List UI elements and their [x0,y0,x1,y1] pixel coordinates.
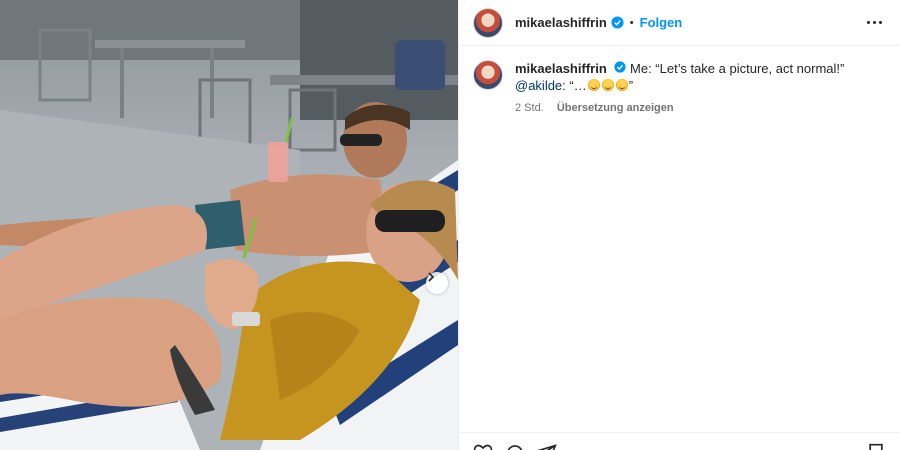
caption-username[interactable]: mikaelashiffrin [515,61,607,76]
emoji-woozy-icon [615,79,628,91]
author-avatar[interactable] [473,7,503,38]
photo-illustration [0,0,458,450]
chevron-right-icon [428,272,435,282]
more-options-icon[interactable] [863,17,886,28]
caption-avatar[interactable] [473,60,503,90]
author-username[interactable]: mikaelashiffrin [515,15,607,30]
verified-badge-icon [614,61,626,73]
separator-dot: • [629,16,634,29]
emoji-smirk-icon [587,79,600,91]
caption-body: mikaelashiffrin Me: “Let’s take a pictur… [515,60,844,117]
post-header: mikaelashiffrin • Folgen [459,0,900,46]
post-photo[interactable] [0,0,458,450]
caption-text-1: Me: “Let’s take a picture, act normal!” [630,61,845,76]
caption-line-1: mikaelashiffrin Me: “Let’s take a pictur… [515,60,844,77]
translate-button[interactable]: Übersetzung anzeigen [557,102,674,114]
action-bar [459,432,900,450]
emoji-laugh-icon [601,79,614,91]
carousel-next-button[interactable] [426,272,448,294]
share-icon[interactable] [537,443,557,450]
post-timestamp[interactable]: 2 Std. [515,102,544,114]
verified-badge-icon [611,16,624,29]
caption-line-2: @akilde: “… ” [515,77,844,94]
comment-icon[interactable] [505,443,525,450]
heart-icon[interactable] [473,443,493,450]
caption-text-2-suffix: ” [628,78,634,93]
post-meta: 2 Std. Übersetzung anzeigen [515,100,844,117]
caption-text-2-prefix: : “… [562,78,587,93]
bookmark-icon[interactable] [866,443,886,450]
post-caption: mikaelashiffrin Me: “Let’s take a pictur… [459,46,900,117]
post-sidebar: mikaelashiffrin • Folgen mikaelashiffrin [458,0,900,450]
mention-link[interactable]: @akilde [515,78,562,93]
follow-button[interactable]: Folgen [640,15,683,30]
post-viewer: mikaelashiffrin • Folgen mikaelashiffrin [0,0,900,450]
